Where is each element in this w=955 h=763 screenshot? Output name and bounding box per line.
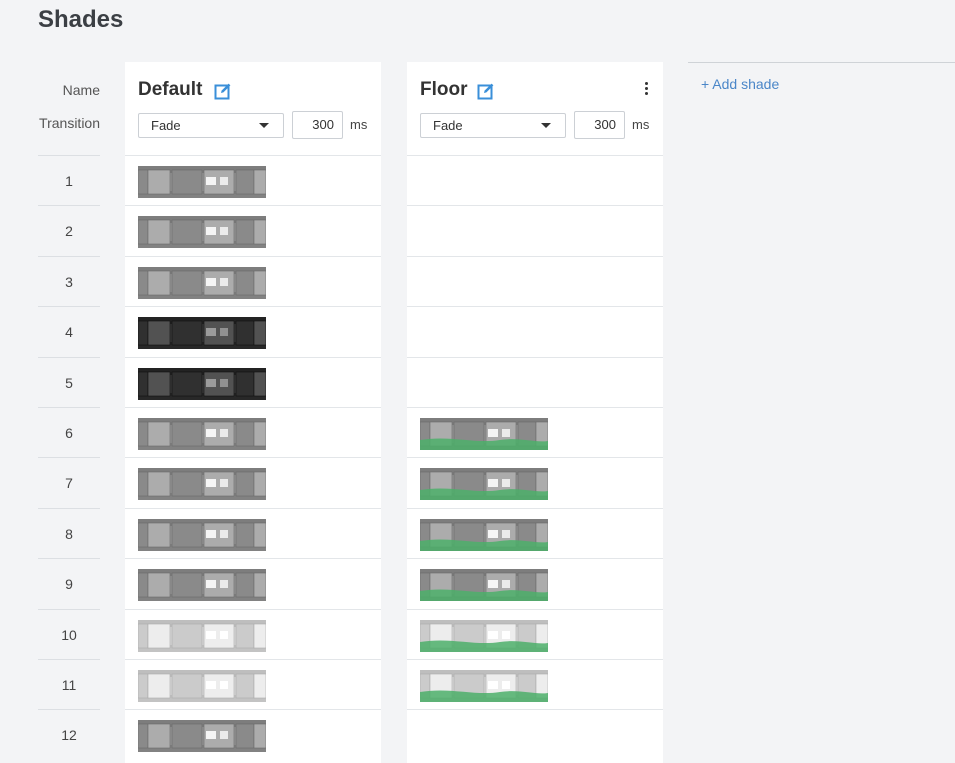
transition-select-value: Fade xyxy=(433,118,463,133)
shade-cell[interactable] xyxy=(407,356,663,407)
panorama-thumbnail[interactable] xyxy=(138,418,266,450)
transition-select[interactable]: Fade xyxy=(138,113,284,138)
shade-cell[interactable] xyxy=(407,659,663,709)
row-number: 12 xyxy=(38,709,100,759)
edit-icon[interactable] xyxy=(214,82,232,100)
shade-cell[interactable] xyxy=(407,457,663,507)
shade-cell[interactable] xyxy=(407,255,663,306)
shade-cell[interactable] xyxy=(407,306,663,356)
shade-cell[interactable] xyxy=(125,155,381,205)
shade-cell[interactable] xyxy=(125,306,381,356)
row-number: 10 xyxy=(38,608,100,659)
panorama-thumbnail[interactable] xyxy=(138,266,266,299)
transition-select-value: Fade xyxy=(151,118,181,133)
panorama-thumbnail[interactable] xyxy=(138,216,266,249)
panorama-thumbnail[interactable] xyxy=(420,468,548,501)
panorama-thumbnail[interactable] xyxy=(138,518,266,551)
shade-header: Default Fade 300 ms xyxy=(125,62,381,155)
row-number: 3 xyxy=(38,255,100,306)
shade-cell[interactable] xyxy=(407,507,663,558)
shade-cell[interactable] xyxy=(125,407,381,457)
add-shade-divider xyxy=(688,62,955,63)
row-number: 9 xyxy=(38,558,100,608)
chevron-down-icon xyxy=(541,123,551,128)
row-number: 4 xyxy=(38,306,100,356)
transition-select[interactable]: Fade xyxy=(420,113,566,138)
panorama-thumbnail[interactable] xyxy=(420,518,548,551)
shade-cell[interactable] xyxy=(407,709,663,759)
name-label: Name xyxy=(62,82,100,98)
shade-cell[interactable] xyxy=(125,255,381,306)
panorama-thumbnail[interactable] xyxy=(420,569,548,602)
shade-cell[interactable] xyxy=(407,155,663,205)
row-number: 11 xyxy=(38,659,100,709)
panorama-thumbnail[interactable] xyxy=(138,619,266,652)
shade-name: Default xyxy=(138,79,203,100)
shade-cell[interactable] xyxy=(125,507,381,558)
shade-cell[interactable] xyxy=(407,205,663,255)
row-number: 8 xyxy=(38,507,100,558)
panorama-thumbnail[interactable] xyxy=(138,317,266,350)
add-shade-link[interactable]: + Add shade xyxy=(701,76,779,92)
duration-input[interactable]: 300 xyxy=(574,111,625,139)
shade-cell[interactable] xyxy=(125,659,381,709)
shade-cell[interactable] xyxy=(125,709,381,759)
panorama-thumbnail[interactable] xyxy=(420,619,548,652)
row-number: 5 xyxy=(38,356,100,407)
duration-unit: ms xyxy=(632,117,650,132)
row-number: 7 xyxy=(38,457,100,507)
row-number: 6 xyxy=(38,407,100,457)
panorama-thumbnail[interactable] xyxy=(138,468,266,501)
panorama-thumbnail[interactable] xyxy=(420,418,548,450)
shade-header: Floor Fade 300 ms xyxy=(407,62,663,155)
shade-cell[interactable] xyxy=(407,608,663,659)
chevron-down-icon xyxy=(259,123,269,128)
shade-cell[interactable] xyxy=(125,457,381,507)
edit-icon[interactable] xyxy=(477,82,495,100)
shade-cell[interactable] xyxy=(125,205,381,255)
shade-cell[interactable] xyxy=(407,558,663,608)
page-title: Shades xyxy=(38,6,124,33)
row-number: 2 xyxy=(38,205,100,255)
duration-unit: ms xyxy=(350,117,368,132)
shade-cell[interactable] xyxy=(125,558,381,608)
row-number: 1 xyxy=(38,155,100,205)
shade-column-floor: Floor Fade 300 ms xyxy=(407,62,663,763)
shade-cell[interactable] xyxy=(125,608,381,659)
panorama-thumbnail[interactable] xyxy=(138,720,266,753)
shade-column-default: Default Fade 300 ms xyxy=(125,62,381,763)
duration-input[interactable]: 300 xyxy=(292,111,343,139)
panorama-thumbnail[interactable] xyxy=(420,670,548,702)
shade-cell[interactable] xyxy=(125,356,381,407)
panorama-thumbnail[interactable] xyxy=(138,166,266,198)
panorama-thumbnail[interactable] xyxy=(138,670,266,702)
panorama-thumbnail[interactable] xyxy=(138,367,266,400)
more-vertical-icon[interactable] xyxy=(643,82,649,98)
transition-label: Transition xyxy=(39,115,100,131)
shade-cell[interactable] xyxy=(407,407,663,457)
panorama-thumbnail[interactable] xyxy=(138,569,266,602)
shade-name: Floor xyxy=(420,79,468,100)
